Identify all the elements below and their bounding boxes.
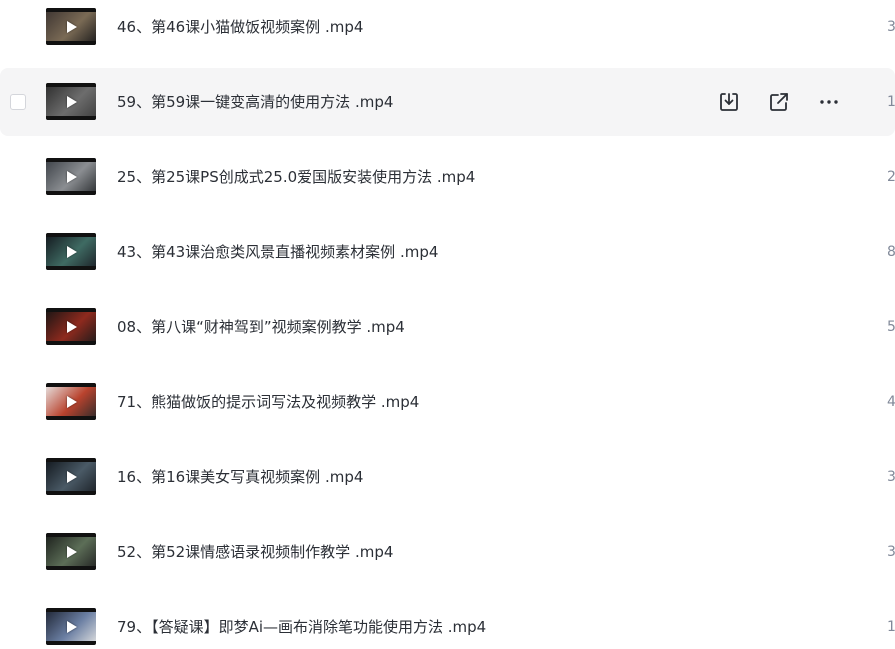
play-icon — [67, 620, 77, 633]
file-name[interactable]: 79、【答疑课】即梦Ai—画布消除笔功能使用方法 .mp4 — [117, 618, 486, 636]
video-thumbnail[interactable] — [46, 8, 96, 45]
video-thumbnail[interactable] — [46, 83, 96, 120]
video-thumbnail[interactable] — [46, 158, 96, 195]
file-name[interactable]: 25、第25课PS创成式25.0爱国版安装使用方法 .mp4 — [117, 168, 475, 186]
play-icon — [67, 170, 77, 183]
file-size: 1 — [887, 94, 895, 110]
file-name[interactable]: 59、第59课一键变高清的使用方法 .mp4 — [117, 93, 393, 111]
video-thumbnail[interactable] — [46, 608, 96, 645]
file-list: 46、第46课小猫做饭视频案例 .mp4 3 59、第59课一键变高清的使用方法 .… — [0, 0, 895, 649]
row-checkbox[interactable] — [10, 94, 26, 110]
file-size: 1 — [887, 619, 895, 635]
file-name[interactable]: 71、熊猫做饭的提示词写法及视频教学 .mp4 — [117, 393, 419, 411]
play-icon — [67, 395, 77, 408]
file-row[interactable]: 08、第八课“财神驾到”视频案例教学 .mp4 5 — [0, 293, 895, 361]
file-size: 3 — [887, 19, 895, 35]
file-name[interactable]: 46、第46课小猫做饭视频案例 .mp4 — [117, 18, 363, 36]
video-thumbnail[interactable] — [46, 458, 96, 495]
file-size: 2 — [887, 169, 895, 185]
play-icon — [67, 470, 77, 483]
video-thumbnail[interactable] — [46, 233, 96, 270]
file-name[interactable]: 08、第八课“财神驾到”视频案例教学 .mp4 — [117, 318, 405, 336]
file-size: 4 — [887, 394, 895, 410]
file-row[interactable]: 71、熊猫做饭的提示词写法及视频教学 .mp4 4 — [0, 368, 895, 436]
play-icon — [67, 95, 77, 108]
play-icon — [67, 245, 77, 258]
video-thumbnail[interactable] — [46, 383, 96, 420]
file-size: 3 — [887, 544, 895, 560]
video-thumbnail[interactable] — [46, 533, 96, 570]
more-icon[interactable] — [817, 90, 841, 114]
play-icon — [67, 545, 77, 558]
file-row[interactable]: 46、第46课小猫做饭视频案例 .mp4 3 — [0, 0, 895, 61]
file-name[interactable]: 43、第43课治愈类风景直播视频素材案例 .mp4 — [117, 243, 438, 261]
video-thumbnail[interactable] — [46, 308, 96, 345]
play-icon — [67, 20, 77, 33]
file-row[interactable]: 79、【答疑课】即梦Ai—画布消除笔功能使用方法 .mp4 1 — [0, 593, 895, 649]
file-size: 8 — [887, 244, 895, 260]
download-icon[interactable] — [717, 90, 741, 114]
file-row[interactable]: 16、第16课美女写真视频案例 .mp4 3 — [0, 443, 895, 511]
file-name[interactable]: 16、第16课美女写真视频案例 .mp4 — [117, 468, 363, 486]
file-size: 5 — [887, 319, 895, 335]
file-size: 3 — [887, 469, 895, 485]
play-icon — [67, 320, 77, 333]
file-name[interactable]: 52、第52课情感语录视频制作教学 .mp4 — [117, 543, 393, 561]
file-row[interactable]: 59、第59课一键变高清的使用方法 .mp4 1 — [0, 68, 895, 136]
file-row[interactable]: 25、第25课PS创成式25.0爱国版安装使用方法 .mp4 2 — [0, 143, 895, 211]
share-icon[interactable] — [767, 90, 791, 114]
file-row[interactable]: 52、第52课情感语录视频制作教学 .mp4 3 — [0, 518, 895, 586]
file-row[interactable]: 43、第43课治愈类风景直播视频素材案例 .mp4 8 — [0, 218, 895, 286]
